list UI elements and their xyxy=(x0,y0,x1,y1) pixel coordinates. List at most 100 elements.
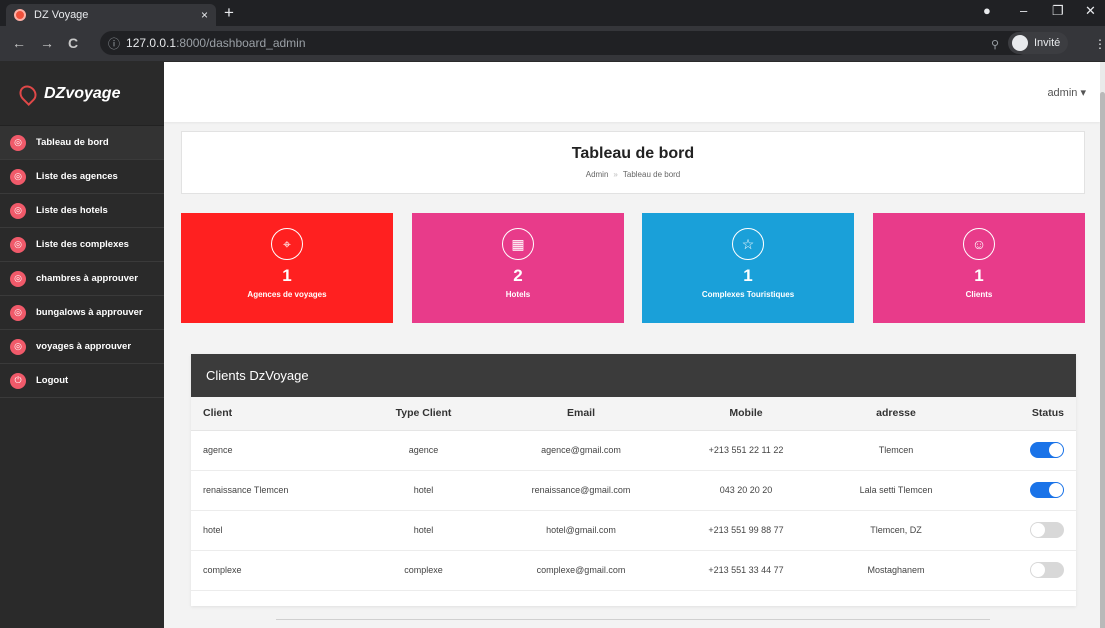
sidebar-item-label: voyages à approuver xyxy=(36,341,132,352)
sidebar-item-label: Liste des hotels xyxy=(36,205,108,216)
restore-icon[interactable]: ❐ xyxy=(1052,3,1064,19)
cell-client: hotel xyxy=(191,510,356,551)
profile-icon xyxy=(1012,35,1028,51)
status-toggle[interactable] xyxy=(1030,562,1064,578)
cell-email: hotel@gmail.com xyxy=(491,510,671,551)
cell-mobile: +213 551 99 88 77 xyxy=(671,510,821,551)
stat-card-hotels[interactable]: ▦ 2 Hotels xyxy=(412,213,624,323)
page-scrollbar[interactable] xyxy=(1100,62,1105,628)
table-row: complexe complexe complexe@gmail.com +21… xyxy=(191,550,1076,591)
stat-value: 1 xyxy=(974,266,984,285)
tab-close-icon[interactable]: × xyxy=(201,8,208,22)
table-header-row: Client Type Client Email Mobile adresse … xyxy=(191,397,1076,431)
user-menu[interactable]: admin ▾ xyxy=(1047,86,1086,99)
sidebar-item-hotels[interactable]: ◎ Liste des hotels xyxy=(0,194,164,228)
page-header: Tableau de bord Admin » Tableau de bord xyxy=(181,131,1085,194)
stat-label: Complexes Touristiques xyxy=(701,290,795,299)
scrollbar-thumb[interactable] xyxy=(1100,92,1105,628)
status-toggle[interactable] xyxy=(1030,522,1064,538)
zoom-icon[interactable]: ⚲ xyxy=(991,38,999,51)
profile-label: Invité xyxy=(1034,37,1061,49)
cell-mobile: +213 551 22 11 22 xyxy=(671,430,821,471)
sidebar-item-label: bungalows à approuver xyxy=(36,307,143,318)
breadcrumb: Admin » Tableau de bord xyxy=(182,170,1084,179)
room-icon: ◎ xyxy=(10,270,26,287)
status-toggle[interactable] xyxy=(1030,442,1064,458)
cell-mobile: +213 551 33 44 77 xyxy=(671,550,821,591)
stat-value: 1 xyxy=(282,266,292,285)
minimize-icon[interactable]: – xyxy=(1020,3,1027,18)
table-row: renaissance Tlemcen hotel renaissance@gm… xyxy=(191,470,1076,511)
cell-status xyxy=(971,510,1076,551)
address-bar: ← → C ⓘ 127.0.0.1:8000/dashboard_admin ⚲… xyxy=(0,26,1105,62)
cell-address: Lala setti Tlemcen xyxy=(821,470,971,511)
cell-client: renaissance Tlemcen xyxy=(191,470,356,511)
cell-status xyxy=(971,470,1076,511)
sidebar-item-label: Tableau de bord xyxy=(36,137,109,148)
stat-card-clients[interactable]: ☺ 1 Clients xyxy=(873,213,1085,323)
sidebar-item-chambres[interactable]: ◎ chambres à approuver xyxy=(0,262,164,296)
map-icon: ⌖ xyxy=(271,228,303,260)
divider xyxy=(276,619,990,620)
topbar: admin ▾ xyxy=(164,62,1100,122)
info-icon[interactable]: ⓘ xyxy=(108,35,120,52)
stat-label: Hotels xyxy=(505,290,531,299)
dashboard-icon: ◎ xyxy=(10,134,26,151)
brand[interactable]: DZvoyage xyxy=(0,62,164,126)
cell-email: renaissance@gmail.com xyxy=(491,470,671,511)
sidebar-item-voyages[interactable]: ◎ voyages à approuver xyxy=(0,330,164,364)
toggle-knob xyxy=(1049,443,1063,457)
cell-address: Tlemcen, DZ xyxy=(821,510,971,551)
close-window-icon[interactable]: ✕ xyxy=(1085,3,1096,19)
stat-value: 1 xyxy=(743,266,753,285)
hotel-icon: ▦ xyxy=(502,228,534,260)
profile-button[interactable]: Invité xyxy=(1008,32,1069,54)
forward-icon[interactable]: → xyxy=(40,35,54,51)
sidebar-item-complexes[interactable]: ◎ Liste des complexes xyxy=(0,228,164,262)
sidebar-item-label: chambres à approuver xyxy=(36,273,138,284)
toggle-knob xyxy=(1031,563,1045,577)
kebab-menu-icon[interactable]: ⋮ xyxy=(1094,37,1105,51)
breadcrumb-current: Tableau de bord xyxy=(622,170,681,179)
stat-card-agences[interactable]: ⌖ 1 Agences de voyages xyxy=(181,213,393,323)
url-input[interactable]: ⓘ 127.0.0.1:8000/dashboard_admin xyxy=(100,31,1030,55)
column-header: Mobile xyxy=(671,397,821,431)
browser-tab[interactable]: DZ Voyage × xyxy=(6,4,216,26)
reload-icon[interactable]: C xyxy=(68,35,78,51)
breadcrumb-admin[interactable]: Admin xyxy=(586,170,609,179)
back-icon[interactable]: ← xyxy=(12,35,26,51)
new-tab-button[interactable]: + xyxy=(224,3,234,23)
stat-label: Agences de voyages xyxy=(247,290,327,299)
sidebar-item-bungalows[interactable]: ◎ bungalows à approuver xyxy=(0,296,164,330)
stat-card-complexes[interactable]: ☆ 1 Complexes Touristiques xyxy=(642,213,854,323)
sidebar-item-label: Liste des complexes xyxy=(36,239,129,250)
toggle-knob xyxy=(1031,523,1045,537)
table-row: agence agence agence@gmail.com +213 551 … xyxy=(191,430,1076,471)
trip-icon: ◎ xyxy=(10,338,26,355)
sidebar-item-agences[interactable]: ◎ Liste des agences xyxy=(0,160,164,194)
sidebar-item-tableau-de-bord[interactable]: ◎ Tableau de bord xyxy=(0,126,164,160)
brand-name: DZvoyage xyxy=(44,84,121,102)
cell-address: Mostaghanem xyxy=(821,550,971,591)
panel-title: Clients DzVoyage xyxy=(191,354,1076,397)
cell-status xyxy=(971,550,1076,591)
browser-tabbar: DZ Voyage × + ● – ❐ ✕ xyxy=(0,0,1105,26)
cell-type: hotel xyxy=(356,510,491,551)
sidebar: DZvoyage ◎ Tableau de bord ◎ Liste des a… xyxy=(0,62,164,628)
sidebar-item-logout[interactable]: ⏻ Logout xyxy=(0,364,164,398)
bungalow-icon: ◎ xyxy=(10,304,26,321)
column-header: adresse xyxy=(821,397,971,431)
status-toggle[interactable] xyxy=(1030,482,1064,498)
browser-account-icon[interactable]: ● xyxy=(983,3,991,18)
toggle-knob xyxy=(1049,483,1063,497)
clients-table: Client Type Client Email Mobile adresse … xyxy=(191,397,1076,591)
sidebar-item-label: Logout xyxy=(36,375,69,386)
user-name: admin xyxy=(1047,87,1078,99)
column-header: Client xyxy=(191,397,356,431)
cell-address: Tlemcen xyxy=(821,430,971,471)
table-row: hotel hotel hotel@gmail.com +213 551 99 … xyxy=(191,510,1076,551)
column-header: Email xyxy=(491,397,671,431)
hotel-icon: ◎ xyxy=(10,202,26,219)
url-host: 127.0.0.1 xyxy=(126,36,177,50)
stat-value: 2 xyxy=(513,266,523,285)
